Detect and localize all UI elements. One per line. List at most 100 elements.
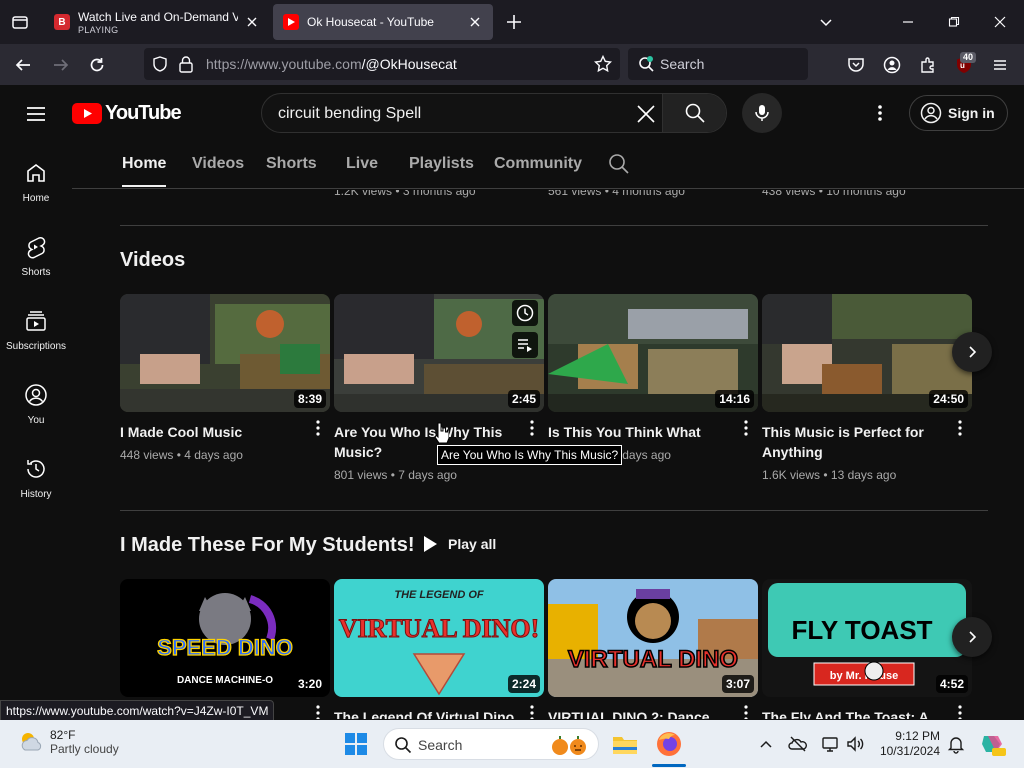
video-title[interactable]: I Made Cool Music	[120, 422, 330, 442]
video-menu-icon[interactable]	[524, 703, 540, 719]
sidebar-label: Subscriptions	[5, 341, 67, 352]
you-icon	[25, 384, 47, 406]
video-title[interactable]: The Fly And The Toast: A	[762, 707, 972, 719]
tab-home[interactable]: Home	[122, 155, 167, 187]
url-bar[interactable]: https://www.youtube.com/@OkHousecat	[144, 48, 620, 80]
list-all-tabs-icon[interactable]	[816, 12, 836, 32]
video-card[interactable]: VIRTUAL DINO 3:07 VIRTUAL DINO 2: Dance	[548, 579, 758, 719]
reload-icon[interactable]	[86, 54, 108, 76]
watch-later-icon[interactable]	[512, 300, 538, 326]
search-button[interactable]	[662, 94, 726, 132]
url-path: /@OkHousecat	[361, 56, 457, 72]
settings-more-icon[interactable]	[868, 101, 892, 125]
video-menu-icon[interactable]	[738, 703, 754, 719]
taskbar-clock[interactable]: 9:12 PM 10/31/2024	[876, 729, 940, 759]
lock-icon[interactable]	[178, 55, 194, 73]
tab-community[interactable]: Community	[494, 155, 582, 173]
youtube-logo[interactable]: YouTube	[72, 102, 182, 125]
thumbnail-text: VIRTUAL DINO	[568, 646, 738, 673]
tracking-protection-icon[interactable]	[152, 56, 168, 72]
notification-bell-icon[interactable]	[946, 734, 966, 754]
tab-playing-label: PLAYING	[78, 24, 119, 35]
close-tab-icon[interactable]	[244, 14, 260, 30]
close-window-icon[interactable]	[990, 12, 1010, 32]
weather-widget[interactable]: 82°F Partly cloudy	[18, 728, 119, 756]
video-thumbnail[interactable]: VIRTUAL DINO 3:07	[548, 579, 758, 697]
close-tab-icon[interactable]	[467, 14, 483, 30]
firefox-icon[interactable]	[655, 730, 683, 758]
browser-tab-active[interactable]: Ok Housecat - YouTube	[273, 4, 493, 40]
bookmark-star-icon[interactable]	[594, 55, 612, 73]
video-card[interactable]: SPEED DINO DANCE MACHINE-O 3:20 Speed Di…	[120, 579, 330, 719]
browser-tab[interactable]: B Watch Live and On-Demand Vi PLAYING	[44, 4, 270, 40]
url-text[interactable]: https://www.youtube.com/@OkHousecat	[206, 56, 457, 72]
video-menu-icon[interactable]	[952, 418, 968, 438]
video-thumbnail[interactable]: 24:50	[762, 294, 972, 412]
app-menu-icon[interactable]	[989, 54, 1011, 76]
tab-list-icon[interactable]	[8, 10, 32, 34]
video-thumbnail[interactable]: 14:16	[548, 294, 758, 412]
video-thumbnail[interactable]: SPEED DINO DANCE MACHINE-O 3:20	[120, 579, 330, 697]
taskbar-search[interactable]: Search	[383, 728, 599, 760]
account-icon[interactable]	[881, 54, 903, 76]
tab-shorts[interactable]: Shorts	[266, 155, 317, 173]
play-all-button[interactable]: Play all	[422, 535, 496, 553]
video-thumbnail[interactable]: THE LEGEND OF VIRTUAL DINO! 2:24	[334, 579, 544, 697]
shelf-title-videos[interactable]: Videos	[120, 249, 185, 272]
extensions-icon[interactable]	[917, 54, 939, 76]
tab-playlists[interactable]: Playlists	[409, 155, 474, 173]
video-menu-icon[interactable]	[524, 418, 540, 438]
back-icon[interactable]	[12, 54, 34, 76]
forward-icon[interactable]	[50, 54, 72, 76]
video-thumbnail[interactable]: FLY TOAST by Mr. House 4:52	[762, 579, 972, 697]
sidebar-item-home[interactable]: Home	[0, 141, 72, 215]
clock-date: 10/31/2024	[879, 744, 940, 758]
video-thumbnail[interactable]: 2:45	[334, 294, 544, 412]
youtube-page: YouTube circuit bending Spell Sign in Ho…	[0, 85, 1024, 719]
new-tab-icon[interactable]	[504, 12, 524, 32]
tab-live[interactable]: Live	[346, 155, 378, 173]
shelf-next-button[interactable]	[952, 617, 992, 657]
sign-in-button[interactable]: Sign in	[909, 95, 1008, 131]
add-to-queue-icon[interactable]	[512, 332, 538, 358]
file-explorer-icon[interactable]	[611, 730, 639, 758]
onedrive-icon[interactable]	[788, 734, 808, 754]
shelf-title-students[interactable]: I Made These For My Students!	[120, 534, 414, 557]
sidebar-item-history[interactable]: History	[0, 437, 72, 511]
tab-title: Ok Housecat - YouTube	[307, 15, 434, 29]
youtube-search-input[interactable]: circuit bending Spell	[278, 105, 421, 123]
channel-search-icon[interactable]	[608, 153, 630, 175]
sidebar-item-shorts[interactable]: Shorts	[0, 215, 72, 289]
video-title[interactable]: The Legend Of Virtual Dino (a	[334, 707, 544, 719]
minimize-icon[interactable]	[898, 12, 918, 32]
youtube-search-box[interactable]: circuit bending Spell	[261, 93, 727, 133]
sidebar-item-you[interactable]: You	[0, 363, 72, 437]
sidebar-item-subscriptions[interactable]: Subscriptions	[0, 289, 72, 363]
video-menu-icon[interactable]	[310, 703, 326, 719]
browser-search-field[interactable]: Search	[628, 48, 808, 80]
video-menu-icon[interactable]	[738, 418, 754, 438]
video-card[interactable]: 8:39 I Made Cool Music 448 views • 4 day…	[120, 294, 330, 462]
video-card[interactable]: FLY TOAST by Mr. House 4:52 The Fly And …	[762, 579, 972, 719]
video-menu-icon[interactable]	[952, 703, 968, 719]
clear-search-icon[interactable]	[634, 102, 658, 126]
video-card[interactable]: THE LEGEND OF VIRTUAL DINO! 2:24 The Leg…	[334, 579, 544, 719]
guide-menu-icon[interactable]	[24, 102, 48, 126]
volume-icon[interactable]	[845, 734, 865, 754]
shelf-next-button[interactable]	[952, 332, 992, 372]
show-hidden-icons-icon[interactable]	[756, 734, 776, 754]
video-title[interactable]: VIRTUAL DINO 2: Dance	[548, 707, 758, 719]
voice-search-button[interactable]	[742, 93, 782, 133]
tab-videos[interactable]: Videos	[192, 155, 244, 173]
restore-icon[interactable]	[944, 12, 964, 32]
start-button[interactable]	[344, 732, 368, 756]
video-thumbnail[interactable]: 8:39	[120, 294, 330, 412]
network-icon[interactable]	[820, 734, 840, 754]
video-card[interactable]: 14:16 Is This You Think What 703 views •…	[548, 294, 758, 462]
copilot-icon[interactable]	[978, 730, 1006, 758]
video-menu-icon[interactable]	[310, 418, 326, 438]
video-title[interactable]: This Music is Perfect for Anything	[762, 422, 972, 462]
pocket-icon[interactable]	[845, 54, 867, 76]
video-title[interactable]: Is This You Think What	[548, 422, 758, 442]
video-card[interactable]: 24:50 This Music is Perfect for Anything…	[762, 294, 972, 482]
